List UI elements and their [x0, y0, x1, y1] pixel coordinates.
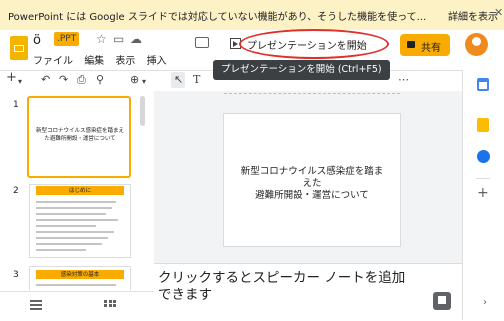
close-icon[interactable]: ✕ [494, 6, 503, 19]
share-button-label[interactable]: 共有 [421, 39, 441, 54]
zoom-icon[interactable]: ⊕ [130, 73, 139, 87]
slides-logo-icon[interactable] [10, 36, 28, 60]
slide-title[interactable]: 新型コロナウイルス感染症を踏ま えた 避難所開設・運営について [232, 166, 392, 202]
slide-title-line: 避難所開設・運営について [255, 190, 369, 201]
star-icon[interactable]: ☆ [96, 32, 107, 46]
thumbnail-text-line [36, 284, 116, 286]
add-icon[interactable]: + [477, 186, 489, 200]
side-panel-divider [476, 178, 490, 179]
more-icon[interactable]: ⋯ [398, 73, 409, 87]
avatar[interactable] [465, 33, 488, 56]
filmstrip-scrollbar[interactable] [140, 96, 145, 126]
slide-thumbnail-title: 感染対策の基本 [60, 271, 100, 278]
chevron-right-icon[interactable]: › [483, 297, 487, 308]
calendar-icon[interactable] [477, 78, 489, 91]
grid-view-icon[interactable] [104, 300, 116, 310]
notification-details-link[interactable]: 詳細を表示 [448, 8, 498, 23]
menu-insert[interactable]: 挿入 [147, 56, 167, 67]
explore-icon[interactable] [433, 292, 451, 310]
lock-icon [407, 41, 415, 48]
cloud-icon[interactable]: ☁ [130, 32, 142, 46]
redo-icon[interactable]: ↷ [59, 73, 68, 87]
notification-text: PowerPoint には Google スライドでは対応していない機能があり、… [8, 12, 427, 23]
slide-title-line: えた [302, 178, 322, 189]
menu-edit[interactable]: 編集 [84, 56, 104, 67]
thumbnail-text-line [36, 219, 118, 221]
slide-thumbnail-title: はじめに [68, 188, 91, 194]
chevron-down-icon[interactable]: ▾ [18, 75, 22, 89]
present-tooltip: プレゼンテーションを開始 (Ctrl+F5) [213, 60, 390, 80]
slide-number: 2 [13, 186, 19, 196]
thumbnail-text-line [36, 237, 108, 239]
slide-thumbnail-title: 新型コロナウイルス感染症を踏まえた避難所開設・運営について [35, 128, 124, 142]
list-view-icon[interactable] [30, 300, 42, 310]
print-icon[interactable]: ⎙ [77, 73, 86, 87]
filmstrip-view-bar [0, 291, 154, 321]
chevron-down-icon[interactable]: ▾ [142, 75, 146, 89]
menu-bar: ファイル 編集 表示 挿入 [33, 52, 175, 67]
textbox-icon[interactable]: T [193, 73, 200, 87]
comment-icon[interactable] [195, 37, 209, 48]
cursor-icon[interactable]: ↖ [174, 73, 183, 87]
thumbnail-text-line [36, 249, 86, 251]
tasks-icon[interactable] [477, 150, 490, 163]
thumbnail-text-line [36, 213, 106, 215]
thumbnail-text-line [36, 201, 116, 203]
thumbnail-text-line [36, 231, 114, 233]
keep-icon[interactable] [477, 118, 489, 132]
slide-title-line: 新型コロナウイルス感染症を踏ま [240, 166, 384, 177]
thumbnail-text-line [36, 207, 112, 209]
document-title[interactable]: ö [33, 33, 41, 48]
guide-line [224, 93, 400, 102]
slide-thumbnail-2[interactable] [29, 184, 131, 258]
menu-view[interactable]: 表示 [115, 56, 135, 67]
thumbnail-text-line [36, 243, 102, 245]
slide-number: 1 [13, 100, 19, 110]
paint-format-icon[interactable]: ⚲ [96, 73, 104, 87]
highlight-ellipse [239, 29, 389, 59]
folder-icon[interactable]: ▭ [113, 32, 124, 46]
file-format-badge: .PPT [54, 32, 80, 46]
menu-file[interactable]: ファイル [33, 56, 73, 67]
slide-number: 3 [13, 270, 19, 280]
thumbnail-text-line [36, 225, 96, 227]
undo-icon[interactable]: ↶ [41, 73, 50, 87]
speaker-notes-placeholder[interactable]: クリックするとスピーカー ノートを追加できます [158, 270, 408, 304]
add-icon[interactable]: + [6, 71, 17, 85]
